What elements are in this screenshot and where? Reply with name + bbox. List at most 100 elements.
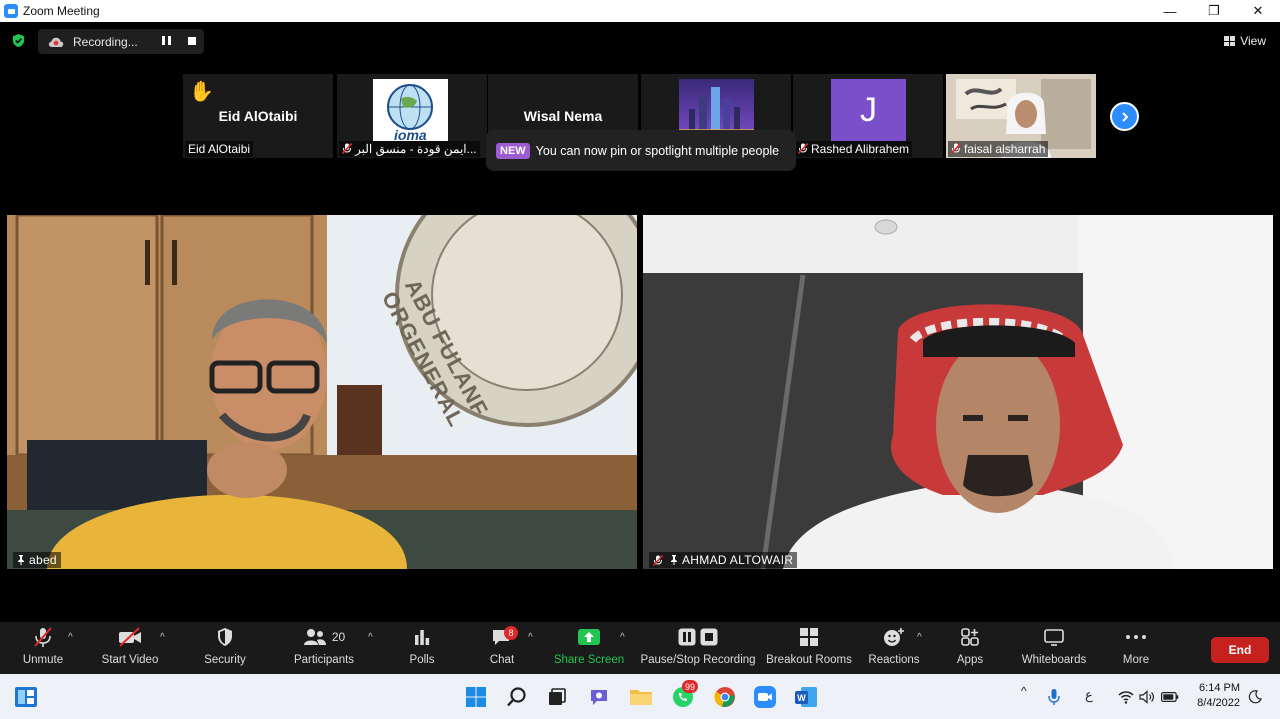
participants-button[interactable]: 20 Participants — [292, 622, 356, 674]
video-tile[interactable]: ABU FULANF ORGENERAL abed — [7, 215, 637, 569]
pause-stop-recording-button[interactable]: Pause/Stop Recording — [640, 622, 756, 674]
whatsapp-unread-badge: 99 — [682, 680, 699, 693]
reactions-smiley-icon — [884, 628, 904, 646]
breakout-rooms-label: Breakout Rooms — [766, 654, 852, 666]
recording-label: Recording... — [73, 34, 138, 49]
polls-button[interactable]: Polls — [402, 622, 442, 674]
participants-icon — [303, 629, 326, 645]
participants-label: Participants — [293, 654, 355, 666]
widgets-icon[interactable] — [13, 684, 39, 710]
whiteboard-icon — [1044, 629, 1064, 646]
clock-time: 6:14 PM — [1199, 682, 1240, 694]
next-page-button[interactable] — [1110, 102, 1139, 131]
pause-icon — [678, 628, 696, 646]
muted-mic-icon — [798, 143, 808, 154]
system-clock[interactable]: 6:14 PM 8/4/2022 — [1184, 681, 1240, 711]
whatsapp-icon[interactable]: 99 — [670, 680, 699, 710]
title-bar: Zoom Meeting — ❐ ✕ — [0, 0, 1280, 22]
close-button[interactable]: ✕ — [1236, 0, 1280, 22]
unmute-label: Unmute — [22, 654, 64, 666]
start-video-button[interactable]: Start Video — [100, 622, 160, 674]
share-screen-button[interactable]: Share Screen — [554, 622, 624, 674]
restore-button[interactable]: ❐ — [1192, 0, 1236, 22]
view-label: View — [1240, 34, 1266, 48]
share-options-caret[interactable]: ^ — [620, 632, 625, 643]
chrome-icon[interactable] — [712, 684, 738, 710]
apps-button[interactable]: Apps — [950, 622, 990, 674]
breakout-rooms-button[interactable]: Breakout Rooms — [766, 622, 852, 674]
participant-label: AHMAD ALTOWAIR — [649, 552, 798, 568]
video-off-icon — [119, 627, 141, 647]
unmute-button[interactable]: Unmute — [18, 622, 68, 674]
svg-text:W: W — [797, 693, 806, 703]
chat-options-caret[interactable]: ^ — [528, 632, 533, 643]
participant-label: Eid AlOtaibi — [185, 141, 254, 157]
security-label: Security — [204, 654, 246, 666]
whiteboards-button[interactable]: Whiteboards — [1018, 622, 1090, 674]
minimize-button[interactable]: — — [1148, 0, 1192, 22]
polls-label: Polls — [409, 654, 435, 666]
participant-thumbnail[interactable]: ✋ Eid AlOtaibi Eid AlOtaibi — [183, 74, 333, 158]
cloud-recording-icon — [48, 37, 64, 47]
meeting-toolbar: Unmute ^ Start Video ^ Security 20 Parti… — [0, 622, 1280, 674]
end-meeting-button[interactable]: End — [1211, 637, 1269, 663]
apps-label: Apps — [956, 654, 984, 666]
participant-video-feed — [7, 215, 637, 569]
teams-chat-icon[interactable] — [586, 684, 612, 710]
security-button[interactable]: Security — [200, 622, 250, 674]
share-screen-icon — [578, 629, 600, 645]
focus-assist-moon-icon[interactable] — [1246, 684, 1264, 710]
polls-icon — [415, 630, 430, 645]
feature-tooltip[interactable]: NEW You can now pin or spotlight multipl… — [486, 130, 796, 171]
participant-thumbnail[interactable]: ioma ايمن قودة - منسق البر... — [337, 74, 487, 158]
search-icon[interactable] — [504, 684, 530, 710]
microphone-icon[interactable] — [1041, 684, 1067, 710]
view-button[interactable]: View — [1224, 34, 1266, 48]
participant-label-text: faisal alsharrah — [964, 142, 1046, 156]
security-shield-icon — [218, 628, 232, 646]
participant-label: Rashed Alibrahem — [795, 141, 913, 157]
word-icon[interactable]: W — [793, 684, 819, 710]
pause-recording-icon[interactable] — [162, 36, 172, 47]
more-dots-icon — [1126, 635, 1146, 639]
recording-indicator: Recording... — [38, 29, 204, 54]
new-badge: NEW — [496, 142, 530, 159]
participant-label-text: ايمن قودة - منسق البر... — [355, 142, 477, 156]
meeting-top-bar: Recording... View — [0, 22, 1280, 60]
input-language-indicator[interactable]: ع — [1085, 687, 1093, 703]
video-options-caret[interactable]: ^ — [160, 632, 165, 643]
reactions-button[interactable]: Reactions — [866, 622, 922, 674]
muted-mic-icon — [34, 627, 52, 647]
task-view-icon[interactable] — [544, 684, 570, 710]
encryption-shield-icon[interactable] — [11, 33, 26, 48]
windows-start-icon[interactable] — [463, 684, 489, 710]
window-title: Zoom Meeting — [23, 4, 100, 18]
show-hidden-icons-caret[interactable]: ^ — [1021, 684, 1027, 698]
file-explorer-icon[interactable] — [628, 684, 654, 710]
pin-icon — [671, 555, 677, 565]
participants-options-caret[interactable]: ^ — [368, 632, 373, 643]
breakout-rooms-icon — [800, 628, 818, 646]
stop-recording-icon[interactable] — [188, 37, 196, 45]
battery-icon[interactable] — [1157, 684, 1183, 710]
chat-button[interactable]: Chat 8 — [482, 622, 522, 674]
zoom-app-icon — [4, 4, 18, 18]
participant-label: ايمن قودة - منسق البر... — [339, 141, 480, 157]
more-button[interactable]: More — [1116, 622, 1156, 674]
zoom-taskbar-icon[interactable] — [752, 684, 778, 710]
muted-mic-icon — [653, 554, 663, 566]
participant-label-text: abed — [29, 553, 57, 567]
participant-name: Eid AlOtaibi — [218, 108, 298, 124]
participant-label: faisal alsharrah — [948, 141, 1049, 157]
windows-taskbar: 99 W ^ ع 6:14 PM 8/4/2022 — [0, 674, 1280, 719]
pin-icon — [18, 555, 24, 565]
organization-logo: ioma — [373, 79, 448, 143]
participant-thumbnail[interactable]: faisal alsharrah — [946, 74, 1096, 158]
audio-options-caret[interactable]: ^ — [68, 632, 73, 643]
chat-label: Chat — [489, 654, 515, 666]
video-tile[interactable]: AHMAD ALTOWAIR — [643, 215, 1273, 569]
participant-thumbnail[interactable]: J Rashed Alibrahem — [793, 74, 943, 158]
participants-count: 20 — [331, 630, 346, 644]
apps-icon — [961, 628, 979, 646]
reactions-options-caret[interactable]: ^ — [917, 632, 922, 643]
